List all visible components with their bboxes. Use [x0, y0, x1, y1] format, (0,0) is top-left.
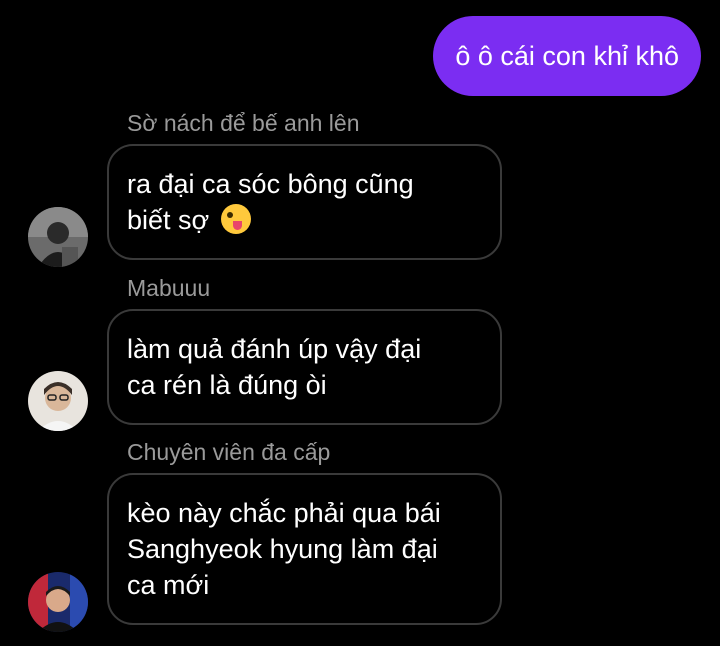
sender-avatar-1[interactable]	[28, 207, 88, 267]
sender-name-3: Chuyên viên đa cấp	[127, 439, 331, 465]
message-2-line-1: làm quả đánh úp vậy đại	[127, 334, 422, 364]
message-1-line-2: biết sợ	[127, 205, 210, 235]
message-1-line-1: ra đại ca sóc bông cũng	[127, 169, 414, 199]
sent-message-bubble[interactable]: ô ô cái con khỉ khô	[433, 16, 701, 96]
zany-face-emoji-icon	[220, 204, 251, 234]
message-3-line-1: kèo này chắc phải qua bái	[127, 498, 441, 528]
received-message-bubble-2[interactable]: làm quả đánh úp vậy đại ca rén là đúng ò…	[107, 309, 502, 425]
sent-message-text: ô ô cái con khỉ khô	[455, 41, 679, 71]
received-message-bubble-3[interactable]: kèo này chắc phải qua bái Sanghyeok hyun…	[107, 473, 502, 625]
avatar-2-image	[28, 371, 88, 431]
avatar-3-image	[28, 572, 88, 632]
message-3-line-3: ca mới	[127, 570, 210, 600]
received-message-bubble-1[interactable]: ra đại ca sóc bông cũng biết sợ	[107, 144, 502, 260]
sender-name-2: Mabuuu	[127, 275, 211, 301]
avatar-1-image	[28, 207, 88, 267]
sender-avatar-2[interactable]	[28, 371, 88, 431]
sender-name-1: Sờ nách để bế anh lên	[127, 110, 360, 136]
message-2-line-2: ca rén là đúng òi	[127, 370, 327, 400]
message-1-line-2-row: biết sợ	[127, 202, 482, 238]
message-3-line-2: Sanghyeok hyung làm đại	[127, 534, 438, 564]
sender-avatar-3[interactable]	[28, 572, 88, 632]
